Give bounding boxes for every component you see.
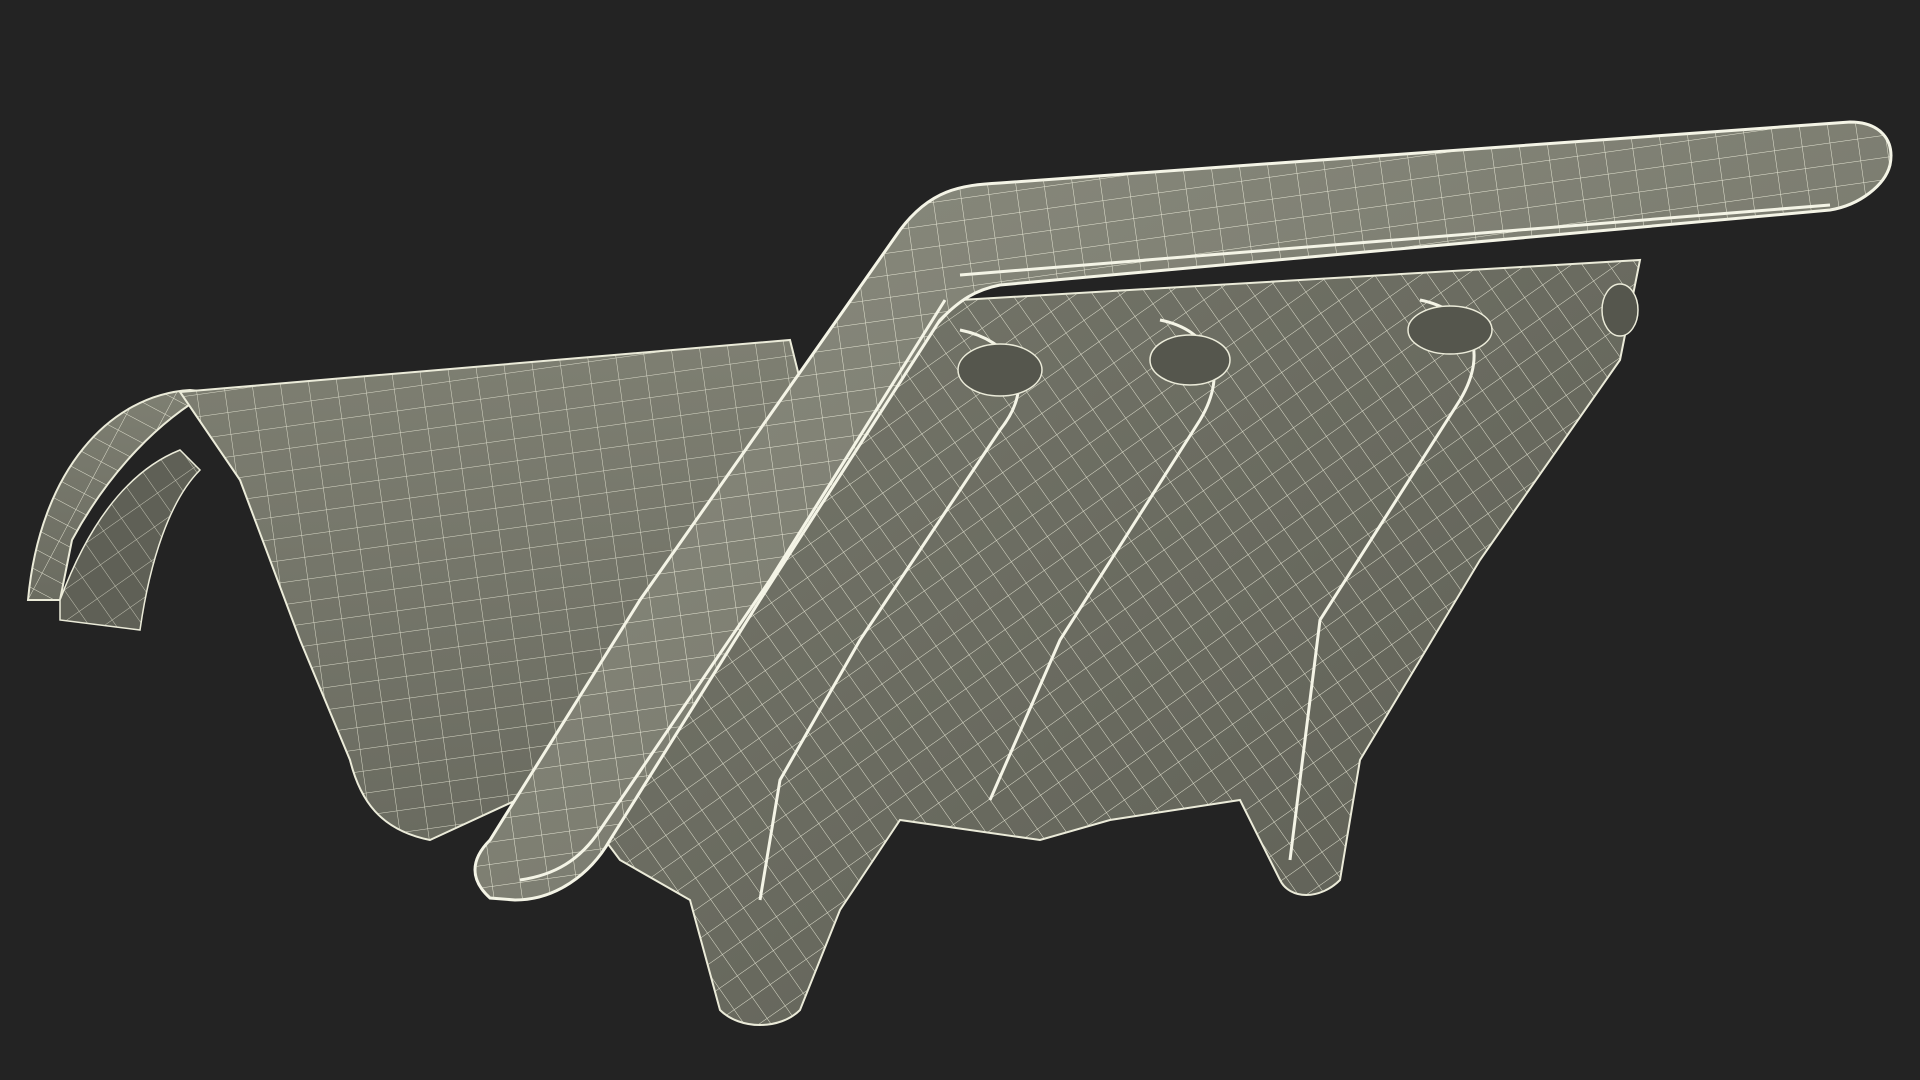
render-viewport: [0, 0, 1920, 1080]
left-hook-flange: [26, 388, 214, 631]
wireframe-render: [26, 120, 1893, 1026]
